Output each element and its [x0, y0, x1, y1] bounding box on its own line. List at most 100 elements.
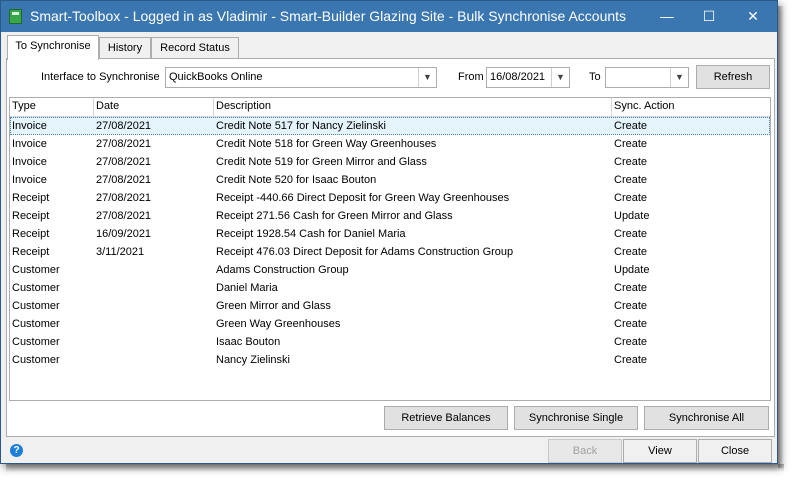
cell-date: 27/08/2021: [96, 174, 152, 186]
cell-action: Create: [614, 120, 648, 132]
tab-record-status[interactable]: Record Status: [151, 37, 239, 59]
table-row[interactable]: Customer Green Way Greenhouses Create: [10, 315, 770, 333]
interface-label: Interface to Synchronise: [41, 71, 160, 83]
help-icon[interactable]: ?: [10, 444, 23, 457]
cell-type: Receipt: [12, 246, 50, 258]
cell-action: Create: [614, 192, 648, 204]
cell-description: Green Way Greenhouses: [216, 318, 341, 330]
cell-type: Customer: [12, 282, 60, 294]
cell-action: Create: [614, 156, 648, 168]
from-date-value: 16/08/2021: [490, 71, 546, 83]
back-button[interactable]: Back: [548, 439, 622, 463]
cell-action: Create: [614, 174, 648, 186]
interface-select[interactable]: QuickBooks Online ▼: [165, 67, 437, 88]
cell-type: Invoice: [12, 156, 47, 168]
cell-date: 16/09/2021: [96, 228, 152, 240]
tab-history[interactable]: History: [99, 37, 151, 59]
close-button[interactable]: Close: [698, 439, 772, 463]
chevron-down-icon[interactable]: ▼: [670, 68, 688, 87]
table-row[interactable]: Invoice 27/08/2021 Credit Note 518 for Gre…: [10, 135, 770, 153]
cell-description: Receipt 271.56 Cash for Green Mirror and…: [216, 210, 453, 222]
cell-action: Update: [614, 264, 650, 276]
maximize-button[interactable]: ☐: [691, 1, 727, 32]
window-shadow: [6, 464, 784, 472]
sync-records-grid[interactable]: Type Date Description Sync. Action Invoi…: [9, 97, 771, 401]
cell-date: [94, 279, 214, 297]
view-button[interactable]: View: [623, 439, 697, 463]
cell-action: Create: [614, 246, 648, 258]
cell-action: Create: [614, 336, 648, 348]
column-header-type[interactable]: Type: [10, 98, 94, 116]
table-row[interactable]: Receipt 16/09/2021 Receipt 1928.54 Cash fo…: [10, 225, 770, 243]
cell-description: Green Mirror and Glass: [216, 300, 331, 312]
table-row[interactable]: Receipt 27/08/2021 Receipt -440.66 Direct …: [10, 189, 770, 207]
table-row[interactable]: Customer Adams Construction Group Update: [10, 261, 770, 279]
table-row[interactable]: Receipt 3/11/2021 Receipt 476.03 Direct De…: [10, 243, 770, 261]
table-row[interactable]: Receipt 27/08/2021 Receipt 271.56 Cash for…: [10, 207, 770, 225]
bulk-synchronise-window: Smart-Toolbox - Logged in as Vladimir - …: [0, 0, 778, 464]
window-title: Smart-Toolbox - Logged in as Vladimir - …: [30, 8, 627, 24]
table-row[interactable]: Invoice 27/08/2021 Credit Note 520 for Isa…: [10, 171, 770, 189]
column-header-sync-action[interactable]: Sync. Action: [612, 98, 770, 116]
cell-date: [94, 351, 214, 369]
cell-type: Receipt: [12, 228, 50, 240]
interface-value: QuickBooks Online: [169, 71, 263, 83]
table-row[interactable]: Customer Isaac Bouton Create: [10, 333, 770, 351]
cell-type: Invoice: [12, 138, 47, 150]
cell-action: Create: [614, 228, 648, 240]
synchronise-all-button[interactable]: Synchronise All: [644, 406, 769, 430]
cell-date: 3/11/2021: [96, 246, 145, 258]
cell-description: Credit Note 518 for Green Way Greenhouse…: [216, 138, 437, 150]
cell-action: Create: [614, 138, 648, 150]
chevron-down-icon[interactable]: ▼: [551, 68, 569, 87]
cell-action: Create: [614, 318, 648, 330]
cell-date: [94, 297, 214, 315]
cell-type: Customer: [12, 264, 60, 276]
footer-bar: ? Back View Close: [1, 439, 777, 463]
minimize-button[interactable]: —: [649, 1, 685, 32]
cell-type: Invoice: [12, 120, 47, 132]
cell-description: Receipt 1928.54 Cash for Daniel Maria: [216, 228, 406, 240]
cell-action: Create: [614, 354, 648, 366]
cell-type: Customer: [12, 318, 60, 330]
cell-type: Customer: [12, 354, 60, 366]
cell-description: Credit Note 520 for Isaac Bouton: [216, 174, 377, 186]
to-label: To: [589, 71, 601, 83]
table-row[interactable]: Invoice 27/08/2021 Credit Note 519 for Gre…: [10, 153, 770, 171]
cell-description: Credit Note 519 for Green Mirror and Gla…: [216, 156, 427, 168]
cell-date: 27/08/2021: [96, 192, 152, 204]
title-bar[interactable]: Smart-Toolbox - Logged in as Vladimir - …: [1, 1, 777, 32]
cell-type: Receipt: [12, 192, 50, 204]
column-header-date[interactable]: Date: [94, 98, 214, 116]
cell-description: Daniel Maria: [216, 282, 278, 294]
cell-type: Customer: [12, 300, 60, 312]
cell-action: Create: [614, 300, 648, 312]
cell-description: Credit Note 517 for Nancy Zielinski: [216, 120, 386, 132]
window-close-button[interactable]: ✕: [735, 1, 771, 32]
cell-date: [94, 315, 214, 333]
cell-date: [94, 333, 214, 351]
to-date-picker[interactable]: ▼: [605, 67, 689, 88]
column-header-description[interactable]: Description: [214, 98, 612, 116]
cell-description: Adams Construction Group: [216, 264, 349, 276]
table-row[interactable]: Customer Nancy Zielinski Create: [10, 351, 770, 369]
table-row[interactable]: Customer Green Mirror and Glass Create: [10, 297, 770, 315]
grid-header: Type Date Description Sync. Action: [10, 98, 770, 117]
cell-description: Isaac Bouton: [216, 336, 281, 348]
window-shadow: [778, 6, 784, 468]
cell-date: 27/08/2021: [96, 120, 152, 132]
refresh-button[interactable]: Refresh: [696, 65, 770, 89]
chevron-down-icon[interactable]: ▼: [418, 68, 436, 87]
tab-to-synchronise[interactable]: To Synchronise: [7, 35, 99, 60]
cell-date: 27/08/2021: [96, 156, 152, 168]
cell-description: Receipt 476.03 Direct Deposit for Adams …: [216, 246, 514, 258]
table-row[interactable]: Customer Daniel Maria Create: [10, 279, 770, 297]
cell-action: Create: [614, 282, 648, 294]
cell-action: Update: [614, 210, 650, 222]
cell-date: [94, 261, 214, 279]
retrieve-balances-button[interactable]: Retrieve Balances: [384, 406, 508, 430]
from-date-picker[interactable]: 16/08/2021 ▼: [486, 67, 570, 88]
toolbox-icon[interactable]: [9, 9, 22, 24]
table-row[interactable]: Invoice 27/08/2021 Credit Note 517 for Nan…: [10, 117, 770, 135]
synchronise-single-button[interactable]: Synchronise Single: [514, 406, 638, 430]
